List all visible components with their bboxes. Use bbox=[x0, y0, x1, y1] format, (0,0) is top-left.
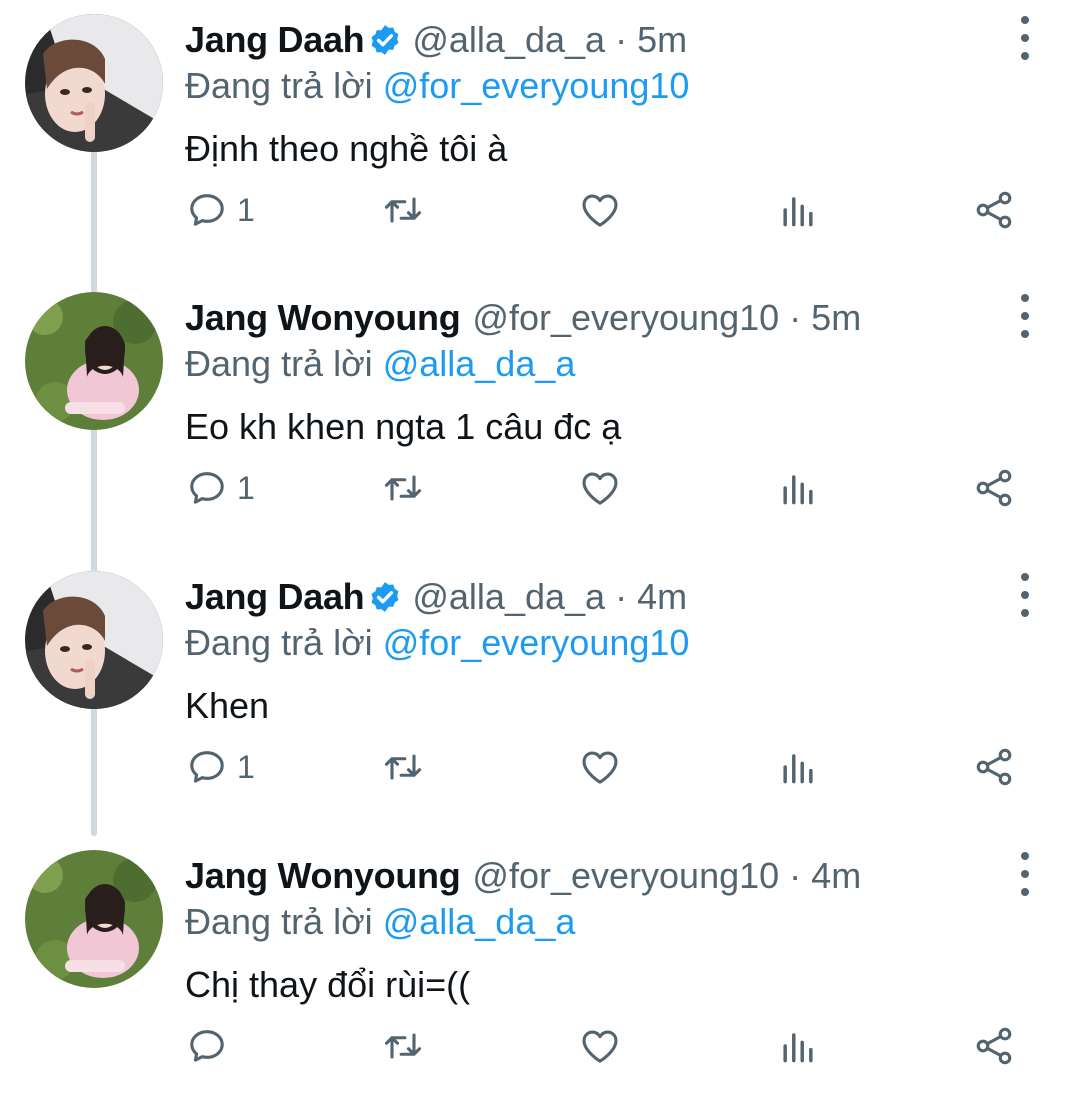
replying-to: Đang trả lời @for_everyoung10 bbox=[185, 62, 689, 110]
share-button[interactable] bbox=[972, 462, 1016, 514]
analytics-button[interactable] bbox=[776, 184, 820, 236]
like-button[interactable] bbox=[578, 741, 622, 793]
reply-button[interactable] bbox=[185, 1020, 237, 1072]
mention-link[interactable]: @alla_da_a bbox=[383, 343, 576, 384]
more-options-button[interactable] bbox=[1010, 573, 1040, 617]
user-handle[interactable]: @alla_da_a bbox=[412, 16, 605, 64]
share-icon bbox=[976, 748, 1012, 786]
separator-dot: · bbox=[615, 19, 628, 60]
timestamp[interactable]: 4m bbox=[637, 573, 687, 621]
analytics-button[interactable] bbox=[776, 1020, 820, 1072]
analytics-icon bbox=[783, 475, 813, 505]
display-name[interactable]: Jang Daah bbox=[185, 16, 365, 64]
retweet-button[interactable] bbox=[381, 184, 425, 236]
tweet-text: Chị thay đổi rùi=(( bbox=[185, 964, 471, 1005]
retweet-button[interactable] bbox=[381, 1020, 425, 1072]
heart-icon bbox=[582, 751, 618, 784]
user-handle[interactable]: @for_everyoung10 bbox=[472, 852, 779, 900]
mention-link[interactable]: @for_everyoung10 bbox=[383, 65, 690, 106]
timestamp[interactable]: 5m bbox=[637, 16, 687, 64]
avatar-image-daah bbox=[25, 571, 163, 709]
replying-to-label: Đang trả lời bbox=[185, 622, 383, 663]
action-bar: 1 bbox=[0, 184, 1080, 236]
analytics-icon bbox=[783, 754, 813, 784]
tweet-item[interactable]: Jang Daah @alla_da_a · 4m Đang trả lời @… bbox=[0, 557, 1080, 835]
analytics-icon bbox=[783, 197, 813, 227]
user-handle[interactable]: @alla_da_a bbox=[412, 573, 605, 621]
tweet-text: Eo kh khen ngta 1 câu đc ạ bbox=[185, 406, 622, 447]
reply-bubble-icon bbox=[190, 194, 224, 226]
share-icon bbox=[976, 469, 1012, 507]
tweet-item[interactable]: Jang Wonyoung @for_everyoung10 · 5m Đang… bbox=[0, 278, 1080, 556]
share-icon bbox=[976, 1027, 1012, 1065]
avatar[interactable] bbox=[25, 571, 163, 709]
avatar[interactable] bbox=[25, 292, 163, 430]
share-button[interactable] bbox=[972, 1020, 1016, 1072]
replying-to-label: Đang trả lời bbox=[185, 901, 383, 942]
replying-to-label: Đang trả lời bbox=[185, 343, 383, 384]
avatar-image-daah bbox=[25, 14, 163, 152]
heart-icon bbox=[582, 472, 618, 505]
reply-bubble-icon bbox=[190, 472, 224, 504]
reply-count: 1 bbox=[237, 191, 255, 228]
share-button[interactable] bbox=[972, 184, 1016, 236]
tweet-item[interactable]: Jang Wonyoung @for_everyoung10 · 4m Đang… bbox=[0, 836, 1080, 1114]
verified-badge-icon bbox=[368, 580, 402, 614]
reply-button[interactable]: 1 bbox=[185, 462, 255, 514]
more-options-button[interactable] bbox=[1010, 852, 1040, 896]
retweet-icon bbox=[384, 1033, 422, 1059]
display-name[interactable]: Jang Wonyoung bbox=[185, 294, 461, 342]
reply-bubble-icon bbox=[190, 1030, 224, 1062]
heart-icon bbox=[582, 1030, 618, 1063]
retweet-button[interactable] bbox=[381, 741, 425, 793]
tweet-text: Định theo nghề tôi à bbox=[185, 128, 508, 169]
analytics-button[interactable] bbox=[776, 462, 820, 514]
separator-dot: · bbox=[789, 297, 802, 338]
display-name[interactable]: Jang Wonyoung bbox=[185, 852, 461, 900]
replying-to: Đang trả lời @alla_da_a bbox=[185, 898, 575, 946]
replying-to: Đang trả lời @for_everyoung10 bbox=[185, 619, 689, 667]
timestamp[interactable]: 5m bbox=[811, 294, 861, 342]
user-handle[interactable]: @for_everyoung10 bbox=[472, 294, 779, 342]
like-button[interactable] bbox=[578, 184, 622, 236]
verified-badge-icon bbox=[368, 23, 402, 57]
tweet-text: Khen bbox=[185, 685, 270, 726]
separator-dot: · bbox=[615, 576, 628, 617]
analytics-icon bbox=[783, 1033, 813, 1063]
reply-bubble-icon bbox=[190, 751, 224, 783]
tweet-item[interactable]: Jang Daah @alla_da_a · 5m Đang trả lời @… bbox=[0, 0, 1080, 278]
action-bar bbox=[0, 1020, 1080, 1072]
more-options-button[interactable] bbox=[1010, 294, 1040, 338]
reply-button[interactable]: 1 bbox=[185, 741, 255, 793]
action-bar: 1 bbox=[0, 741, 1080, 793]
like-button[interactable] bbox=[578, 462, 622, 514]
retweet-icon bbox=[384, 197, 422, 223]
avatar-image-wonyoung bbox=[25, 850, 163, 988]
avatar[interactable] bbox=[25, 14, 163, 152]
heart-icon bbox=[582, 194, 618, 227]
more-options-button[interactable] bbox=[1010, 16, 1040, 60]
reply-count: 1 bbox=[237, 748, 255, 785]
retweet-icon bbox=[384, 475, 422, 501]
replying-to-label: Đang trả lời bbox=[185, 65, 383, 106]
retweet-icon bbox=[384, 754, 422, 780]
separator-dot: · bbox=[789, 855, 802, 896]
like-button[interactable] bbox=[578, 1020, 622, 1072]
mention-link[interactable]: @alla_da_a bbox=[383, 901, 576, 942]
share-icon bbox=[976, 191, 1012, 229]
action-bar: 1 bbox=[0, 462, 1080, 514]
share-button[interactable] bbox=[972, 741, 1016, 793]
display-name[interactable]: Jang Daah bbox=[185, 573, 365, 621]
reply-button[interactable]: 1 bbox=[185, 184, 255, 236]
avatar[interactable] bbox=[25, 850, 163, 988]
analytics-button[interactable] bbox=[776, 741, 820, 793]
retweet-button[interactable] bbox=[381, 462, 425, 514]
avatar-image-wonyoung bbox=[25, 292, 163, 430]
reply-count: 1 bbox=[237, 469, 255, 506]
timestamp[interactable]: 4m bbox=[811, 852, 861, 900]
mention-link[interactable]: @for_everyoung10 bbox=[383, 622, 690, 663]
replying-to: Đang trả lời @alla_da_a bbox=[185, 340, 575, 388]
